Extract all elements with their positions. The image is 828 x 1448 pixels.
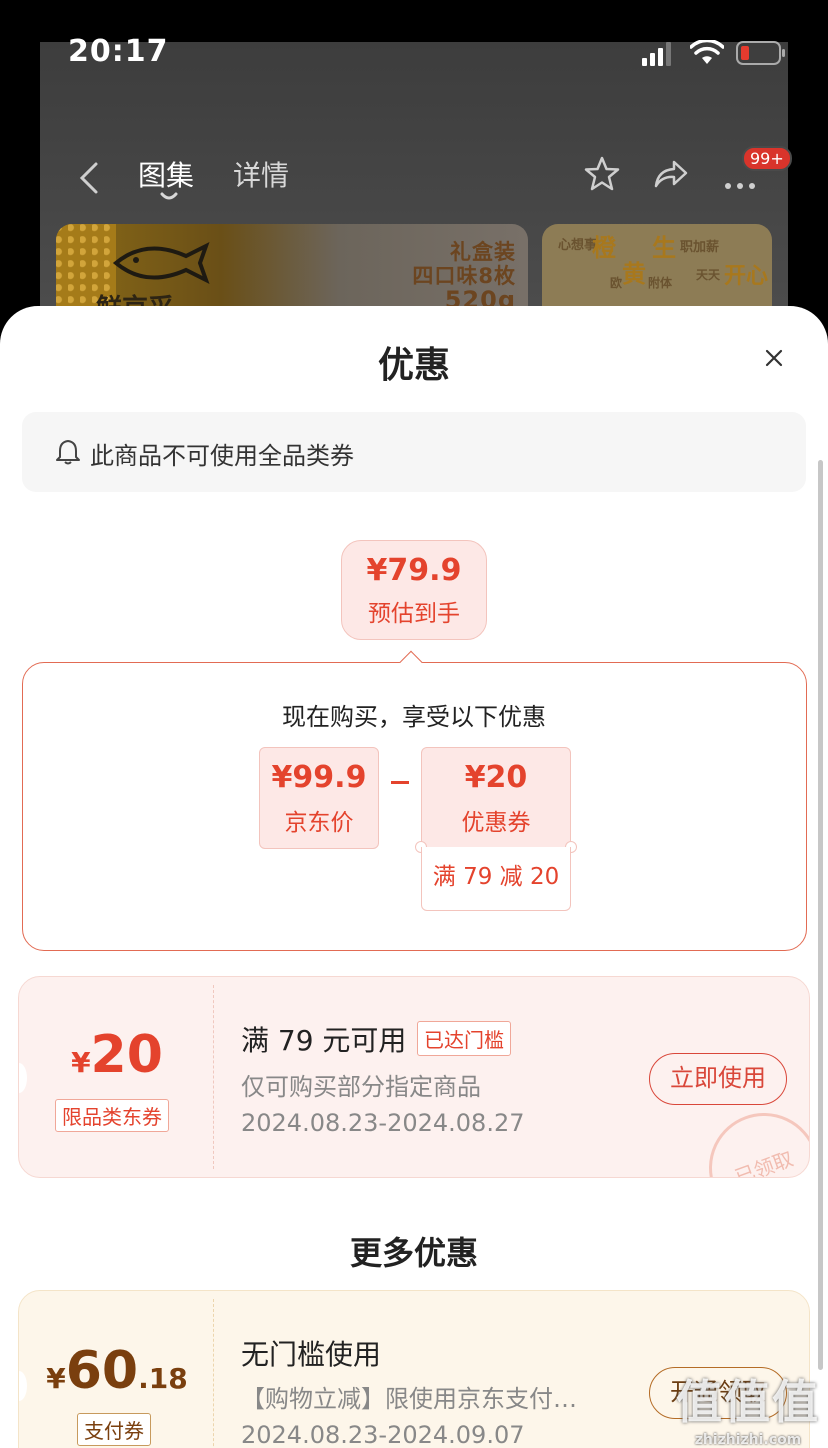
watermark-url: zhizhizhi.com [694,1432,802,1448]
more-offers-title: 更多优惠 [349,1234,478,1272]
price-breakdown-box: 现在购买，享受以下优惠 ¥99.9 京东价 ¥20 优惠券 满 79 减 20 [22,650,807,951]
threshold-reached-badge: 已达门槛 [417,1021,511,1056]
estimated-price-pill: ¥79.9 预估到手 [341,540,487,640]
coupon-amount: ¥20 [464,760,528,795]
site-watermark: 值值值 zhizhizhi.com [676,1366,820,1448]
discount-bottom-sheet: 优惠 此商品不可使用全品类券 ¥79.9 预估到手 现在购买，享受以下优惠 ¥9… [0,306,828,1448]
coupon-notice-bar: 此商品不可使用全品类券 [22,412,806,492]
coupon-value-area: ¥60.18 支付券 [19,1291,215,1448]
status-time: 20:17 [68,34,169,69]
battery-low-icon [736,41,785,65]
coupon-type-tag: 支付券 [77,1413,151,1446]
jd-price-label: 京东价 [284,810,354,836]
banner-word: 天天 [696,268,721,282]
use-now-button[interactable]: 立即使用 [649,1053,787,1105]
banner-word: 生 [652,234,676,262]
breakdown-title: 现在购买，享受以下优惠 [282,703,546,731]
coupon-currency: ¥ [46,1362,66,1395]
coupon-amount-label: 优惠券 [461,810,531,836]
message-count-badge: 99+ [742,146,792,171]
estimated-price: ¥79.9 [366,553,462,588]
coupon-currency: ¥ [71,1046,91,1079]
coupon-description: 【购物立减】限使用京东支付… [241,1385,577,1413]
coupon-condition: 满 79 减 20 [421,847,571,911]
minus-sign [391,781,409,784]
coupon-amount-decimal: .18 [138,1362,188,1395]
coupon-validity: 2024.08.23-2024.08.27 [241,1109,525,1137]
banner-word: 职加薪 [680,240,720,255]
coupon-amount: 20 [90,1025,163,1085]
coupon-value: ¥60.18 [19,1341,215,1401]
coupon-title: 无门槛使用 [241,1338,382,1371]
watermark-text: 值值值 [676,1375,820,1429]
jd-price-box: ¥99.9 京东价 [259,747,379,849]
coupon-amount: 60 [65,1341,139,1401]
banner-pack-text: 礼盒装 四口味8枚 520g [412,240,516,312]
wifi-icon [690,40,724,64]
favorite-star-icon[interactable] [582,154,622,194]
tab-gallery[interactable]: 图集 [138,154,194,194]
tab-details[interactable]: 详情 [233,154,289,194]
claimed-stamp: 已领取 [693,1097,809,1177]
status-bar: 20:17 [0,0,828,100]
fish-logo-icon [112,241,210,285]
banner-word: 黄 [622,260,646,288]
banner-line-2: 四口味8枚 [412,264,516,288]
sheet-title: 优惠 [377,345,450,386]
close-icon[interactable] [760,344,788,372]
coupon-value-area: ¥20 限品类东券 [19,977,215,1177]
coupon-validity: 2024.08.23-2024.09.07 [241,1421,525,1448]
tab-active-indicator [160,192,178,200]
estimated-price-label: 预估到手 [368,601,460,627]
banner-word: 附体 [648,276,673,290]
notice-text: 此商品不可使用全品类券 [90,442,354,470]
back-arrow-icon[interactable] [76,160,102,196]
coupon-value: ¥20 [19,1025,215,1085]
banner-word: 橙 [592,234,616,262]
bell-icon [56,440,80,465]
banner-line-1: 礼盒装 [450,240,516,264]
banner-word: 欧 [610,276,623,290]
coupon-description: 仅可购买部分指定商品 [241,1073,481,1101]
coupon-amount-box: ¥20 优惠券 [421,747,571,849]
coupon-card[interactable]: ¥20 限品类东券 满 79 元可用 已达门槛 仅可购买部分指定商品 2024.… [18,976,810,1178]
callout-notch [399,650,423,674]
banner-word: 开心 [724,264,769,289]
share-icon[interactable] [650,154,690,194]
jd-price: ¥99.9 [271,760,367,795]
coupon-type-tag: 限品类东券 [55,1099,169,1132]
coupon-divider [213,1299,214,1448]
coupon-title: 满 79 元可用 [241,1024,407,1057]
cellular-signal-icon [642,42,671,66]
coupon-divider [213,985,214,1169]
product-nav-bar: 图集 详情 99+ [0,140,828,210]
